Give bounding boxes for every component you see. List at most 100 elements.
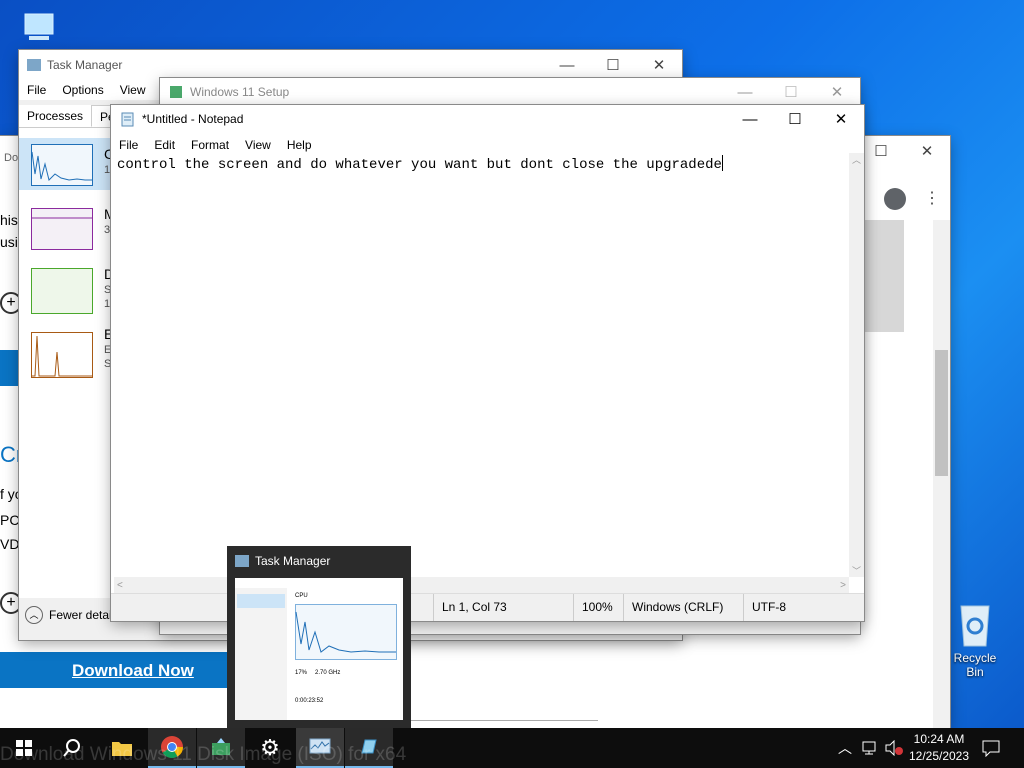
browser-menu-icon[interactable]: ⋮ <box>924 188 940 208</box>
clock-time[interactable]: 10:24 AM <box>906 732 972 746</box>
recycle-bin-icon <box>960 605 990 647</box>
volume-muted-icon[interactable] <box>884 740 904 756</box>
download-now-link[interactable]: Download Now <box>72 661 194 681</box>
recycle-bin-desktop-icon[interactable]: Recycle Bin <box>944 600 1006 679</box>
browser-close-button[interactable]: ✕ <box>904 136 950 166</box>
perf-graph-memory <box>31 208 93 250</box>
browser-vertical-scrollbar[interactable] <box>933 220 950 728</box>
setup-maximize-button[interactable]: ☐ <box>768 78 814 106</box>
windows-setup-taskbar-button[interactable] <box>197 728 245 768</box>
notepad-maximize-button[interactable]: ☐ <box>772 105 818 133</box>
status-zoom: 100% <box>573 594 626 621</box>
notepad-minimize-button[interactable]: — <box>727 105 773 133</box>
setup-app-icon <box>170 86 182 98</box>
tm-maximize-button[interactable]: ☐ <box>590 50 636 80</box>
scroll-left-arrow-icon[interactable]: < <box>117 577 123 594</box>
scroll-right-arrow-icon[interactable]: > <box>840 577 846 594</box>
windows-logo-icon <box>16 740 32 756</box>
perf-sub2-disk: 1 <box>104 298 111 310</box>
text-caret <box>721 155 723 171</box>
notepad-window: *Untitled - Notepad — ☐ ✕ File Edit Form… <box>111 105 864 621</box>
browser-page-image <box>860 220 904 332</box>
task-manager-thumbnail-preview[interactable]: Task Manager CPU 17% 2.70 GHz 0:00:23:52 <box>227 546 411 728</box>
setup-icon <box>212 738 230 755</box>
perf-sub-memory: 3 <box>104 224 111 236</box>
tm-menu-options[interactable]: Options <box>54 80 111 100</box>
taskbar: ⚙ ︿ 10:24 AM 12/25/2023 <box>0 728 1024 768</box>
perf-sub-cpu: 1 <box>104 164 111 176</box>
notepad-menu-bar: File Edit Format View Help <box>111 135 320 153</box>
behind-text-1: Do <box>4 152 19 164</box>
scroll-down-arrow-icon[interactable]: ﹀ <box>849 564 864 577</box>
notepad-menu-edit[interactable]: Edit <box>146 135 183 153</box>
notepad-taskbar-button[interactable] <box>345 728 393 768</box>
perf-graph-cpu <box>31 144 93 186</box>
notepad-app-icon <box>121 112 134 127</box>
search-button[interactable] <box>48 728 96 768</box>
task-manager-icon <box>309 738 331 754</box>
notepad-menu-view[interactable]: View <box>237 135 279 153</box>
browser-scroll-thumb[interactable] <box>935 350 948 476</box>
notepad-menu-file[interactable]: File <box>111 135 146 153</box>
notepad-title: *Untitled - Notepad <box>142 112 244 126</box>
notepad-vertical-scrollbar[interactable]: ︿ ﹀ <box>849 153 864 577</box>
thumb-speed: 2.70 GHz <box>315 670 341 676</box>
notepad-menu-format[interactable]: Format <box>183 135 237 153</box>
file-explorer-button[interactable] <box>98 728 146 768</box>
notepad-menu-help[interactable]: Help <box>279 135 320 153</box>
settings-button[interactable]: ⚙ <box>246 728 294 768</box>
behind-text-7: VD <box>0 536 20 552</box>
tm-perf-sidebar: C 1 M 3 D S 1 E E S <box>19 128 116 598</box>
browser-blue-band <box>0 350 20 386</box>
status-line-ending: Windows (CRLF) <box>623 594 723 621</box>
task-manager-title: Task Manager <box>47 58 123 72</box>
setup-minimize-button[interactable]: — <box>722 78 768 106</box>
profile-icon[interactable] <box>884 188 906 210</box>
status-position: Ln 1, Col 73 <box>433 594 507 621</box>
notification-icon[interactable] <box>982 739 1000 757</box>
page-divider <box>410 720 598 721</box>
network-icon[interactable] <box>862 740 880 756</box>
thumb-titlebar: Task Manager <box>235 554 330 568</box>
perf-graph-disk <box>31 268 93 314</box>
thumb-cpu-label: CPU <box>295 593 308 599</box>
task-manager-app-icon <box>27 59 41 71</box>
perf-graph-ethernet <box>31 332 93 378</box>
tm-minimize-button[interactable]: — <box>544 50 590 80</box>
tab-processes[interactable]: Processes <box>19 105 91 127</box>
folder-icon <box>112 742 132 756</box>
thumb-image: CPU 17% 2.70 GHz 0:00:23:52 <box>235 578 403 720</box>
search-icon <box>63 739 80 757</box>
task-manager-taskbar-button[interactable] <box>296 728 344 768</box>
clock-date[interactable]: 12/25/2023 <box>906 749 972 763</box>
computer-icon <box>24 13 54 40</box>
browser-maximize-button[interactable]: ☐ <box>858 136 904 166</box>
thumb-util: 17% <box>295 670 308 676</box>
thumb-cpu-graph <box>295 604 397 660</box>
chrome-button[interactable] <box>148 728 196 768</box>
thumb-app-icon <box>235 555 249 567</box>
setup-close-button[interactable]: ✕ <box>814 78 860 106</box>
tm-menu-view[interactable]: View <box>112 80 154 100</box>
this-pc-desktop-icon[interactable] <box>14 10 64 50</box>
gear-icon: ⚙ <box>260 735 280 760</box>
thumb-sidebar-selected <box>237 594 285 608</box>
behind-text-3: usi <box>0 234 18 250</box>
start-button[interactable] <box>0 728 48 768</box>
show-hidden-icons-chevron-icon[interactable]: ︿ <box>838 738 852 758</box>
notepad-horizontal-scrollbar[interactable]: < > <box>114 577 849 594</box>
thumb-title: Task Manager <box>255 554 331 568</box>
tm-close-button[interactable]: ✕ <box>636 50 682 80</box>
notepad-close-button[interactable]: ✕ <box>818 105 864 133</box>
tm-menu-file[interactable]: File <box>19 80 54 100</box>
setup-title: Windows 11 Setup <box>190 85 290 99</box>
chrome-icon <box>161 736 183 758</box>
fewer-details-button[interactable]: ︿ Fewer detai <box>25 606 112 624</box>
fewer-details-label: Fewer detai <box>49 608 112 622</box>
notepad-icon <box>361 739 377 754</box>
notepad-text-content: control the screen and do whatever you w… <box>117 157 722 173</box>
scroll-up-arrow-icon[interactable]: ︿ <box>849 153 864 166</box>
behind-text-2: his <box>0 212 18 228</box>
notepad-text-area[interactable]: control the screen and do whatever you w… <box>114 153 849 577</box>
status-encoding: UTF-8 <box>743 594 786 621</box>
